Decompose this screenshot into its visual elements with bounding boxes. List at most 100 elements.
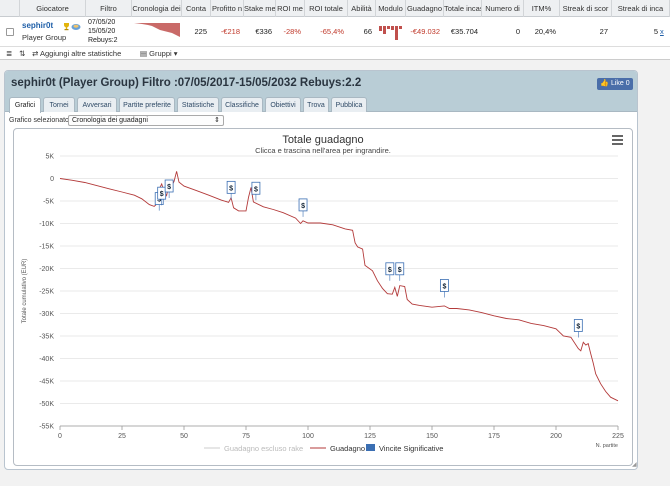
y-tick-label: 0 <box>50 176 54 183</box>
y-tick-label: -10K <box>39 221 54 228</box>
cell-guadagno: -€49.032 <box>410 27 440 36</box>
x-tick-label: 125 <box>364 433 376 440</box>
header-itm[interactable]: ITM% <box>524 0 560 17</box>
cell-roi-totale: -65,4% <box>320 27 344 36</box>
y-tick-label: -40K <box>39 356 54 363</box>
cell-abilita: 66 <box>363 27 372 36</box>
win-flag-dollar-icon: $ <box>160 191 164 198</box>
panel-header: sephir0t (Player Group) Filtro :07/05/20… <box>5 71 637 95</box>
series-line-guadagno <box>59 171 619 402</box>
header-streak-scor[interactable]: Streak di scor <box>560 0 612 17</box>
x-axis-label: N. partite <box>596 443 618 449</box>
header-abilita[interactable]: Abilità <box>348 0 376 17</box>
header-roi-medio[interactable]: ROI me <box>276 0 305 17</box>
win-flag-dollar-icon: $ <box>398 267 402 274</box>
legend-swatch-vincite <box>366 444 375 451</box>
x-tick-label: 0 <box>58 433 62 440</box>
menu-icon[interactable]: ≣ <box>6 49 12 58</box>
tab-tornei[interactable]: Tornei <box>43 97 75 112</box>
legend-label-rake: Guadagno escluso rake <box>224 444 303 453</box>
header-stake[interactable]: Stake me <box>244 0 276 17</box>
chart-menu-icon[interactable] <box>612 135 623 145</box>
x-tick-label: 200 <box>550 433 562 440</box>
tab-statistiche[interactable]: Statistiche <box>177 97 219 112</box>
tab-obiettivi[interactable]: Obiettivi <box>265 97 301 112</box>
tab-avversari[interactable]: Avversari <box>77 97 117 112</box>
y-tick-label: -35K <box>39 334 54 341</box>
header-giocatore[interactable]: Giocatore <box>20 0 86 17</box>
win-flag-dollar-icon: $ <box>167 184 171 191</box>
tab-grafici[interactable]: Grafici <box>9 97 41 113</box>
win-flag-dollar-icon: $ <box>576 324 580 331</box>
win-flag-dollar-icon: $ <box>229 185 233 192</box>
cell-stake: €336 <box>255 27 272 36</box>
header-modulo[interactable]: Modulo <box>376 0 406 17</box>
win-flag-dollar-icon: $ <box>301 203 305 210</box>
header-filtro[interactable]: Filtro <box>86 0 132 17</box>
trophy-icon <box>64 23 69 31</box>
cell-roi-medio: -28% <box>283 27 301 36</box>
chart-selector[interactable]: Cronologia dei guadagni ⇕ <box>68 115 224 126</box>
columns-icon[interactable]: ⇅ <box>19 49 25 58</box>
cell-profitto: -€218 <box>220 27 240 36</box>
header-totale-incassi[interactable]: Totale incas <box>444 0 482 17</box>
like-button[interactable]: 👍 Like 0 <box>597 78 633 90</box>
x-tick-label: 225 <box>612 433 624 440</box>
player-group: Player Group <box>22 33 67 42</box>
earnings-chart[interactable]: Totale guadagnoClicca e trascina nell'ar… <box>14 129 632 465</box>
legend-label-guadagno: Guadagno <box>330 444 365 453</box>
win-flag-dollar-icon: $ <box>442 283 446 290</box>
select-arrow-icon: ⇕ <box>214 117 220 124</box>
table-row[interactable]: sephir0t Player Group 07/05/20 15/05/20 … <box>0 17 670 47</box>
header-roi-totale[interactable]: ROI totale <box>305 0 348 17</box>
header-streak-inca[interactable]: Streak di inca <box>612 0 670 17</box>
y-tick-label: -50K <box>39 401 54 408</box>
panel-title: sephir0t (Player Group) Filtro :07/05/20… <box>11 77 362 89</box>
y-tick-label: -25K <box>39 289 54 296</box>
y-tick-label: -45K <box>39 379 54 386</box>
add-stats-link[interactable]: ⇄ Aggiungi altre statistiche <box>32 49 121 58</box>
legend-label-vincite: Vincite Significative <box>379 444 443 453</box>
y-tick-label: -5K <box>43 199 54 206</box>
tab-trova[interactable]: Trova <box>303 97 329 112</box>
cell-numero: 0 <box>515 27 520 36</box>
x-tick-label: 25 <box>118 433 126 440</box>
chart-selector-label: Grafico selezionato <box>9 117 69 124</box>
player-name-link[interactable]: sephir0t <box>22 21 53 30</box>
header-checkbox-col <box>0 0 20 17</box>
resize-handle[interactable]: ◢ <box>632 462 638 468</box>
cell-conta: 225 <box>194 27 207 36</box>
row-link-x[interactable]: x <box>660 17 670 47</box>
player-panel: sephir0t (Player Group) Filtro :07/05/20… <box>4 70 638 470</box>
tab-pubblica[interactable]: Pubblica <box>331 97 367 112</box>
cell-streak-inca: 5 <box>653 27 658 36</box>
win-flag-dollar-icon: $ <box>388 267 392 274</box>
group-icon <box>71 24 81 30</box>
x-tick-label: 75 <box>242 433 250 440</box>
tab-classifiche[interactable]: Classifiche <box>221 97 263 112</box>
chart-subtitle: Clicca e trascina nell'area per ingrandi… <box>255 146 391 155</box>
stats-table: Giocatore Filtro Cronologia dei Conta Pr… <box>0 0 670 60</box>
x-tick-label: 100 <box>302 433 314 440</box>
groups-button[interactable]: ▤ Gruppi ▾ <box>140 49 178 58</box>
chart-title: Totale guadagno <box>282 134 363 146</box>
tab-partite-preferite[interactable]: Partite preferite <box>119 97 175 112</box>
x-tick-label: 150 <box>426 433 438 440</box>
y-tick-label: -30K <box>39 311 54 318</box>
header-cronologia[interactable]: Cronologia dei <box>132 0 182 17</box>
header-guadagno[interactable]: Guadagno <box>406 0 444 17</box>
thumbs-up-icon: 👍 <box>600 80 610 87</box>
header-conta[interactable]: Conta <box>182 0 211 17</box>
history-sparkline <box>134 23 180 43</box>
stats-table-header: Giocatore Filtro Cronologia dei Conta Pr… <box>0 0 670 17</box>
row-filter: 07/05/20 15/05/20 Rebuys:2 <box>88 19 118 44</box>
row-checkbox[interactable] <box>6 28 14 36</box>
y-tick-label: -55K <box>39 424 54 431</box>
header-numero[interactable]: Numero di <box>482 0 524 17</box>
cell-totale-incassi: €35.704 <box>450 27 478 36</box>
y-tick-label: 5K <box>45 154 54 161</box>
chart-container[interactable]: Totale guadagno Clicca e trascina nell'ar… <box>13 128 633 466</box>
x-tick-label: 50 <box>180 433 188 440</box>
form-bars-icon <box>379 26 402 40</box>
header-profitto[interactable]: Profitto n <box>211 0 244 17</box>
